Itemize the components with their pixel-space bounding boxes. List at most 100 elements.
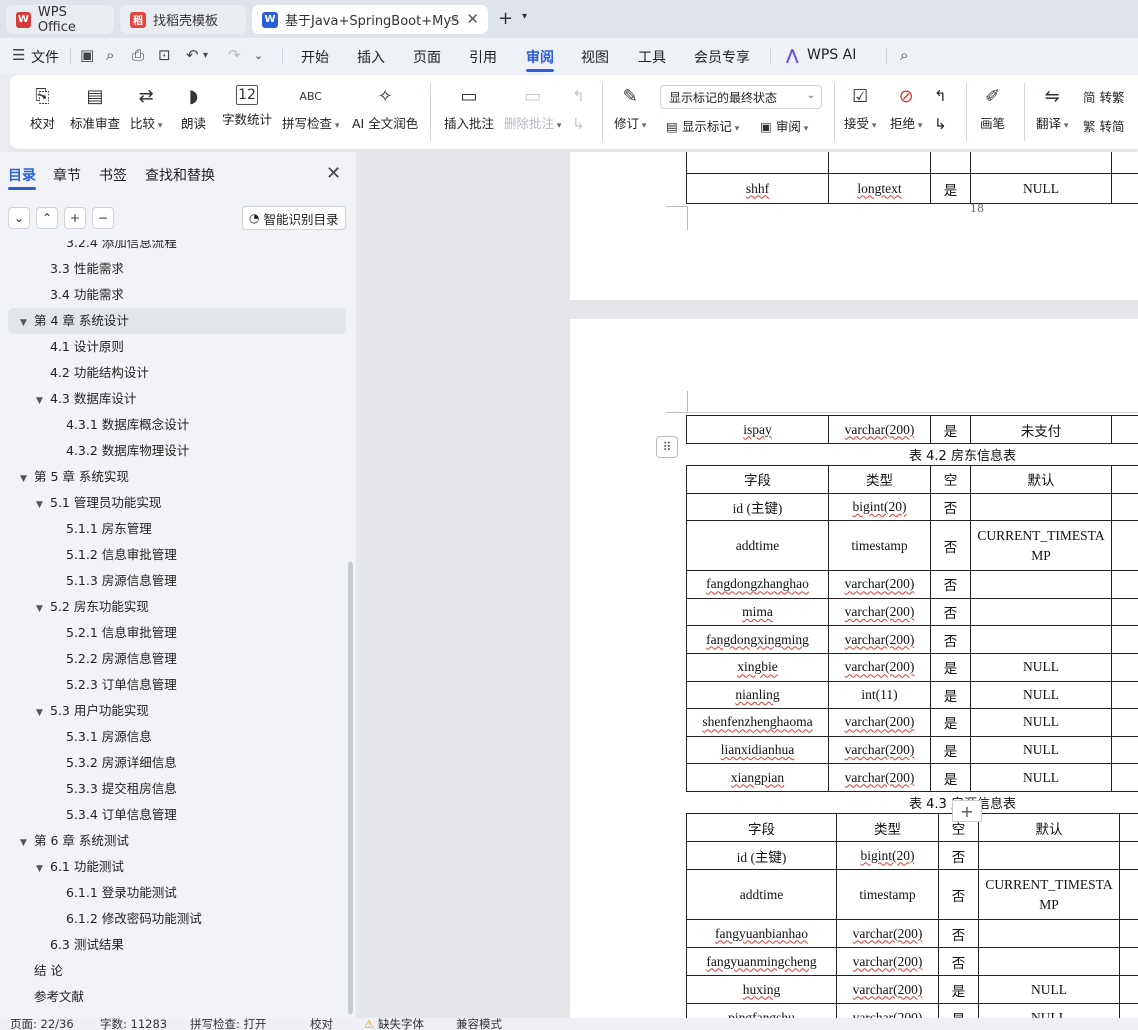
expand-triangle-icon[interactable]: ▼ (36, 492, 50, 518)
menu-insert[interactable]: 插入 (357, 47, 385, 67)
toc-item[interactable]: 3.4 功能需求 (0, 282, 124, 308)
toc-item[interactable]: 5.2.2 房源信息管理 (0, 646, 177, 672)
collapse-all-button[interactable]: ⌄ (8, 207, 30, 229)
to-traditional-button[interactable]: 简转繁 (1083, 87, 1125, 106)
tab-wps-office[interactable]: W WPS Office (6, 5, 114, 35)
expand-up-button[interactable]: ⌃ (36, 207, 58, 229)
pen-button[interactable]: ✐ 画笔 (980, 85, 1005, 132)
print-preview-icon[interactable]: ⊡ (158, 46, 171, 64)
read-aloud-button[interactable]: ◗ 朗读 (181, 85, 206, 132)
next-comment-icon[interactable]: ↳ (572, 115, 585, 133)
to-simplified-button[interactable]: 繁转简 (1083, 116, 1125, 135)
toc-item[interactable]: 4.3.1 数据库概念设计 (0, 412, 189, 438)
proofread-status[interactable]: 校对 (310, 1018, 333, 1030)
toc-item[interactable]: ▼ 5.2 房东功能实现 (0, 594, 149, 620)
toc-item[interactable]: 6.1.1 登录功能测试 (0, 880, 177, 906)
next-change-icon[interactable]: ↳ (934, 115, 947, 133)
reject-button[interactable]: ⊘ 拒绝 ▾ (890, 85, 922, 132)
tab-bookmarks[interactable]: 书签 (99, 165, 127, 185)
toc-item[interactable]: ▼ 4.3 数据库设计 (0, 386, 136, 412)
page-indicator[interactable]: 页面: 22/36 (10, 1018, 74, 1030)
menu-tools[interactable]: 工具 (638, 47, 666, 67)
toc-item[interactable]: 参考文献 (0, 984, 84, 1010)
toc-item[interactable]: ▼ 第 6 章 系统测试 (0, 828, 129, 854)
tab-toc[interactable]: 目录 (8, 165, 36, 185)
search-icon[interactable]: ⌕ (900, 46, 908, 64)
expand-triangle-icon[interactable]: ▼ (20, 310, 34, 336)
word-count-status[interactable]: 字数: 11283 (100, 1018, 167, 1030)
toc-item[interactable]: 3.3 性能需求 (0, 256, 124, 282)
toc-item[interactable]: 5.3.2 房源详细信息 (0, 750, 177, 776)
menu-review[interactable]: 审阅 (526, 47, 554, 67)
monitor-icon[interactable]: ▭ (448, 12, 458, 25)
toc-item[interactable]: 结 论 (0, 958, 63, 984)
toc-item[interactable]: ▼ 5.3 用户功能实现 (0, 698, 149, 724)
expand-triangle-icon[interactable]: ▼ (36, 856, 50, 882)
display-mode-select[interactable]: 显示标记的最终状态 ⌄ (660, 85, 822, 109)
tab-chapters[interactable]: 章节 (53, 165, 81, 185)
menu-wps-ai[interactable]: WPS AI (807, 47, 856, 63)
delete-comment-button[interactable]: ▭ 删除批注 ▾ (504, 85, 561, 132)
expand-triangle-icon[interactable]: ▼ (20, 466, 34, 492)
menu-view[interactable]: 视图 (581, 47, 609, 67)
previous-change-icon[interactable]: ↰ (934, 87, 947, 105)
toc-scrollbar[interactable] (348, 562, 353, 1014)
toc-item[interactable]: 5.1.2 信息审批管理 (0, 542, 177, 568)
menu-member[interactable]: 会员专享 (694, 47, 750, 67)
menu-home[interactable]: 开始 (301, 47, 329, 67)
toc-item[interactable]: 5.3.1 房源信息 (0, 724, 152, 750)
print-icon[interactable]: ⎙ (132, 46, 144, 64)
spell-check-status[interactable]: 拼写检查: 打开 (190, 1018, 267, 1030)
more-dropdown-icon[interactable]: ⌄ (254, 49, 263, 62)
add-heading-button[interactable]: + (64, 207, 86, 229)
share-icon[interactable]: ⌕ (106, 46, 114, 64)
toc-item[interactable]: ▼ 5.1 管理员功能实现 (0, 490, 161, 516)
toc-item[interactable]: 5.3.3 提交租房信息 (0, 776, 177, 802)
close-pane-icon[interactable]: ✕ (326, 163, 341, 184)
toc-item[interactable]: 3.2.4 添加信息流程 (0, 240, 177, 256)
previous-comment-icon[interactable]: ↰ (572, 87, 585, 105)
add-row-icon[interactable]: + (952, 800, 982, 822)
toc-item[interactable]: 5.2.3 订单信息管理 (0, 672, 177, 698)
missing-font-status[interactable]: ⚠ 缺失字体 (364, 1018, 424, 1030)
toc-item[interactable]: 6.1.2 修改密码功能测试 (0, 906, 202, 932)
toc-item[interactable]: 5.1.3 房源信息管理 (0, 568, 177, 594)
tab-list-dropdown-icon[interactable]: ▾ (522, 11, 527, 22)
toc-item[interactable]: 4.1 设计原则 (0, 334, 124, 360)
toc-item[interactable]: 5.3.4 订单信息管理 (0, 802, 177, 828)
undo-icon[interactable]: ↶ (186, 46, 199, 64)
toc-item[interactable]: ▼ 第 4 章 系统设计 (8, 308, 346, 334)
new-tab-icon[interactable]: + (498, 8, 513, 29)
toc-item[interactable]: 5.1.1 房东管理 (0, 516, 152, 542)
tab-document[interactable]: W 基于Java+SpringBoot+MyS ▭ ✕ (252, 5, 488, 34)
expand-triangle-icon[interactable]: ▼ (36, 596, 50, 622)
tab-find-replace[interactable]: 查找和替换 (145, 165, 215, 185)
expand-triangle-icon[interactable]: ▼ (20, 830, 34, 856)
smart-toc-button[interactable]: ◔ 智能识别目录 (242, 206, 346, 230)
close-tab-icon[interactable]: ✕ (466, 10, 479, 28)
toc-item[interactable]: 6.3 测试结果 (0, 932, 124, 958)
insert-comment-button[interactable]: ▭ 插入批注 (444, 85, 494, 132)
review-pane-button[interactable]: ▣ 审阅 ▾ (760, 116, 808, 135)
standard-review-button[interactable]: ▤ 标准审查 (70, 85, 120, 132)
tab-docer-templates[interactable]: 稻 找稻壳模板 (120, 5, 246, 34)
proofread-button[interactable]: ⎘ 校对 (30, 85, 55, 132)
word-count-button[interactable]: 12 字数统计 (222, 85, 272, 128)
toc-item[interactable]: ▼ 6.1 功能测试 (0, 854, 124, 880)
expand-triangle-icon[interactable]: ▼ (36, 700, 50, 726)
menu-references[interactable]: 引用 (469, 47, 497, 67)
expand-triangle-icon[interactable]: ▼ (36, 388, 50, 414)
redo-icon[interactable]: ↷ (228, 46, 241, 64)
remove-heading-button[interactable]: − (92, 207, 114, 229)
spell-check-button[interactable]: ABC 拼写检查 ▾ (282, 85, 339, 132)
toc-item[interactable]: 4.2 功能结构设计 (0, 360, 149, 386)
toc-item[interactable]: 5.2.1 信息审批管理 (0, 620, 177, 646)
toc-item[interactable]: ▼ 第 5 章 系统实现 (0, 464, 129, 490)
ai-polish-button[interactable]: ✧ AI 全文润色 (352, 85, 418, 132)
accept-button[interactable]: ☑ 接受 ▾ (844, 85, 876, 132)
track-changes-button[interactable]: ✎ 修订 ▾ (614, 85, 646, 132)
translate-button[interactable]: ⇋ 翻译 ▾ (1036, 85, 1068, 132)
document-area[interactable]: shhf longtext 是 NULL 18 ispay varchar(20… (356, 152, 1138, 1018)
wps-ai-icon[interactable]: ⋀ (786, 46, 799, 64)
save-icon[interactable]: ▣ (80, 46, 94, 64)
